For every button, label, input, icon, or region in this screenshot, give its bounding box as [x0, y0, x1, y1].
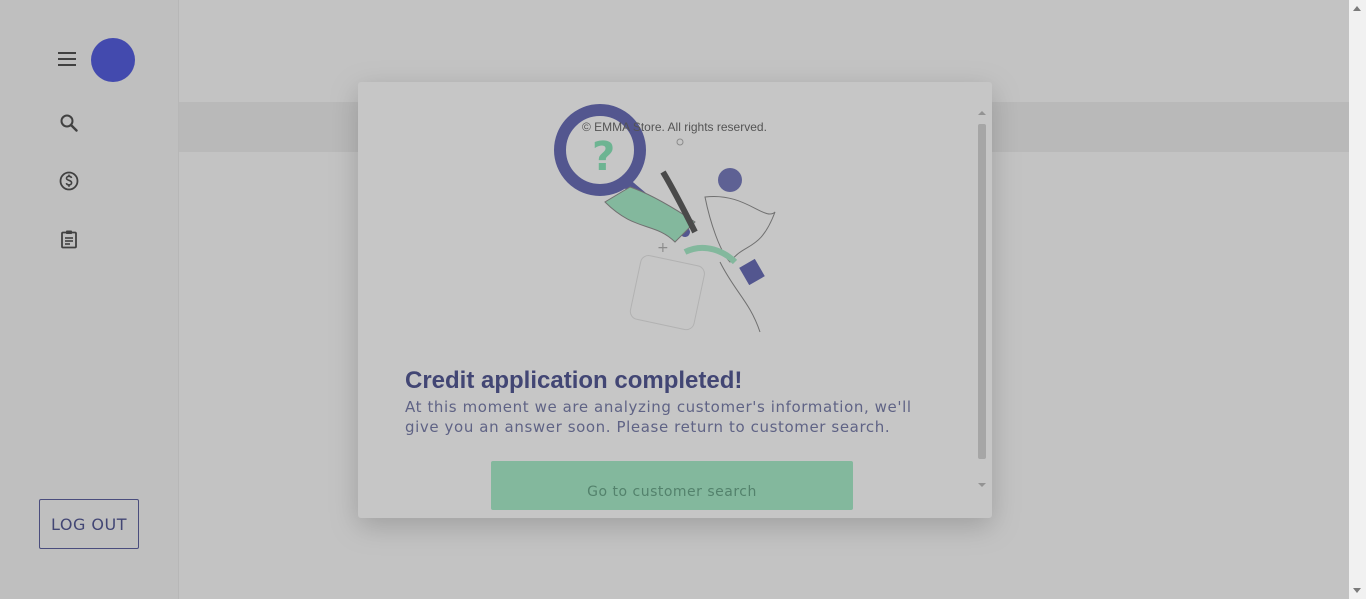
dollar-circle-icon[interactable] [58, 170, 80, 192]
scroll-up-arrow-icon[interactable] [978, 111, 986, 115]
credit-complete-modal: ? + Loading... Credit application comple… [358, 82, 992, 518]
scroll-down-icon[interactable] [1353, 588, 1361, 593]
search-icon[interactable] [58, 112, 80, 134]
copyright-text: © EMMA Store. All rights reserved. [582, 120, 767, 134]
loading-text: Loading... [627, 338, 723, 360]
scroll-thumb[interactable] [978, 124, 986, 459]
scroll-down-arrow-icon[interactable] [978, 483, 986, 487]
hamburger-menu-icon[interactable] [58, 52, 76, 66]
svg-text:?: ? [592, 134, 615, 180]
avatar[interactable] [91, 38, 135, 82]
logout-button[interactable]: LOG OUT [39, 499, 139, 549]
sidebar: LOG OUT [0, 0, 179, 599]
go-to-customer-search-button[interactable]: Go to customer search [491, 461, 853, 510]
modal-description: At this moment we are analyzing customer… [405, 398, 912, 436]
scroll-up-icon[interactable] [1353, 6, 1361, 11]
clipboard-icon[interactable] [58, 228, 80, 250]
modal-scrollbar[interactable] [977, 102, 987, 492]
svg-text:+: + [657, 240, 669, 256]
page-scrollbar[interactable] [1349, 0, 1366, 599]
modal-title: Credit application completed! [405, 367, 743, 394]
magnifier-person-illustration: ? + [554, 104, 776, 333]
